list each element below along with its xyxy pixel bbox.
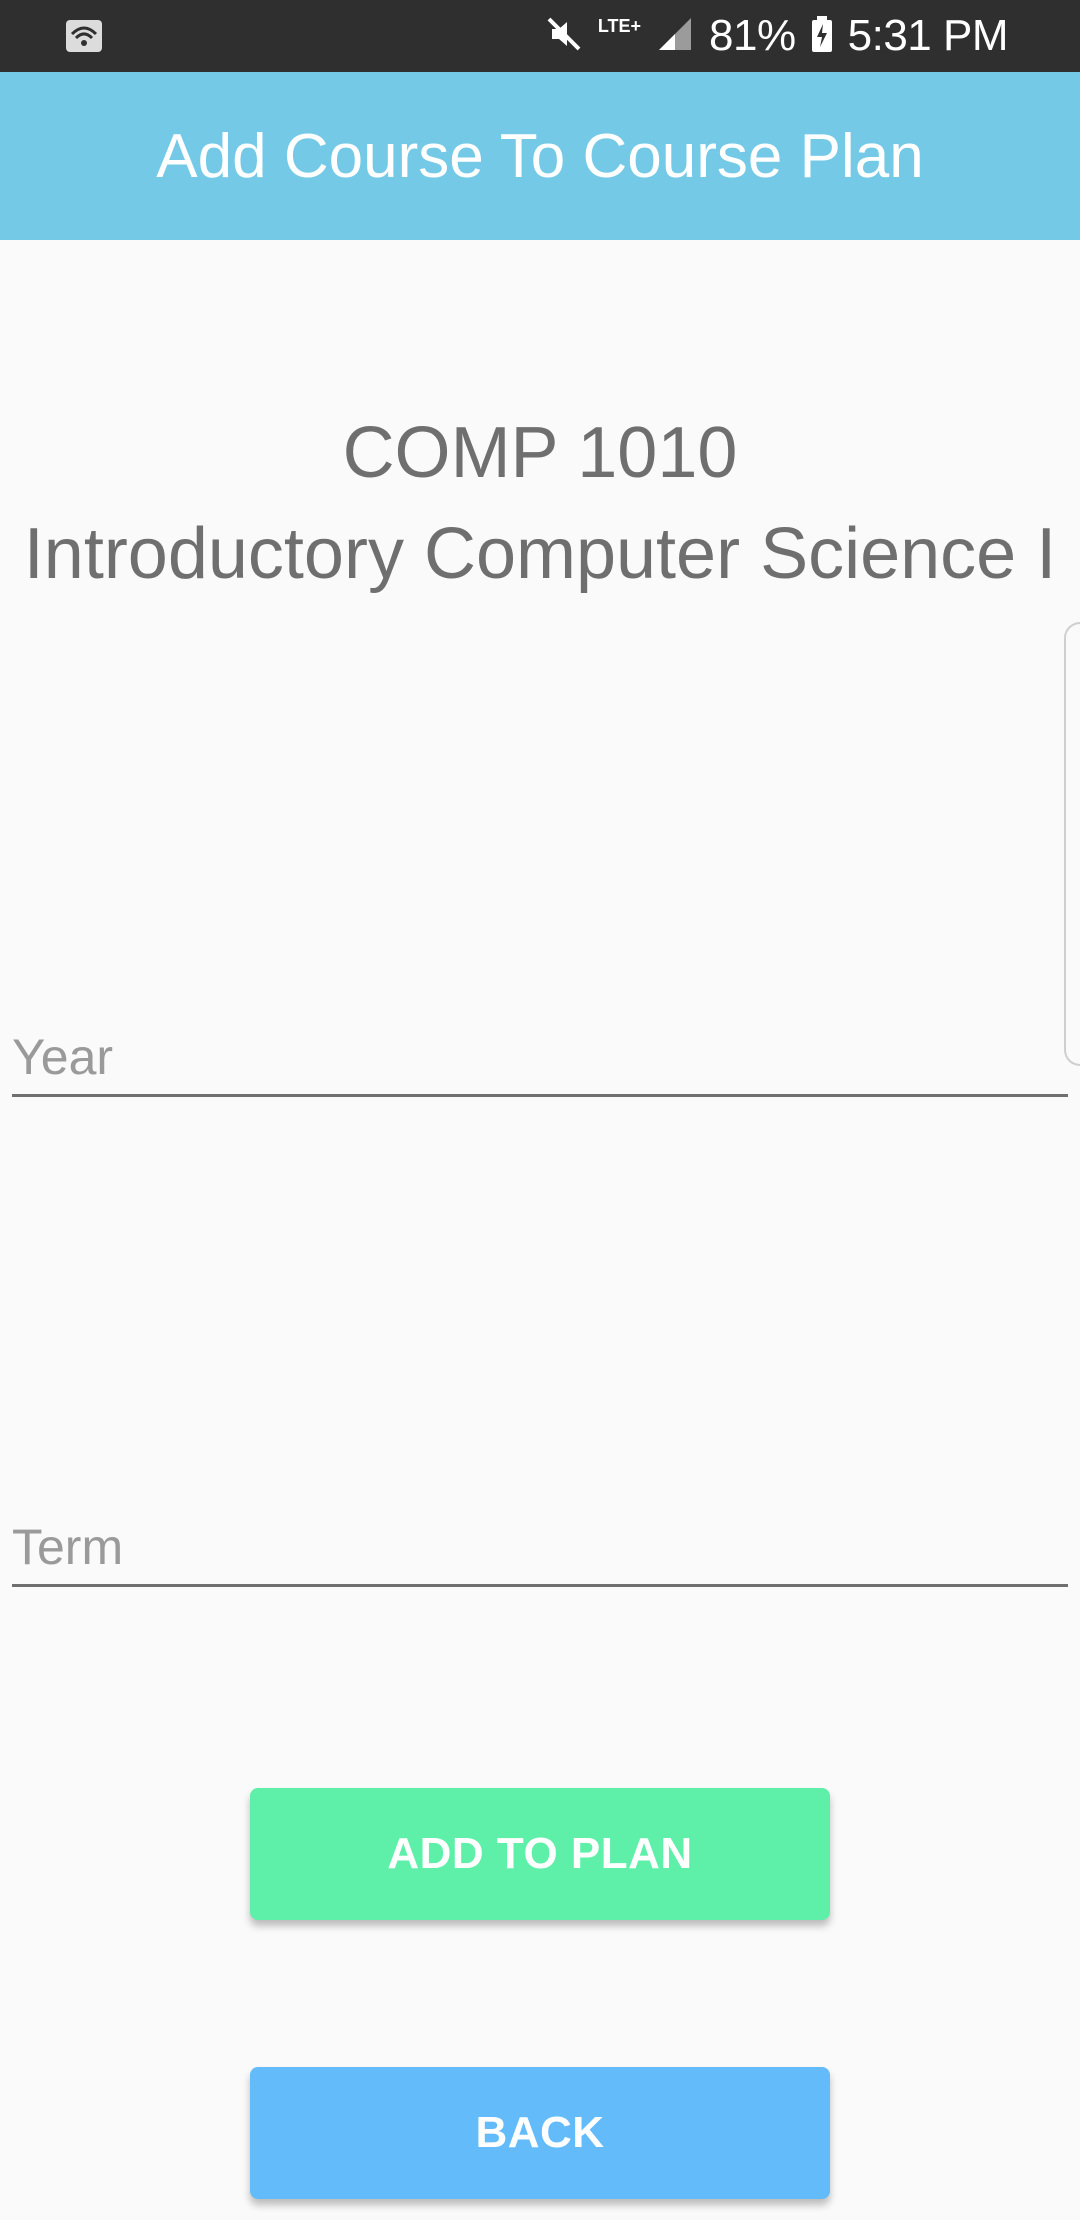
screen: LTE+ 81% 5:31 PM Add Course To Course Pl… xyxy=(0,0,1080,2220)
mute-icon xyxy=(544,14,584,59)
back-button[interactable]: BACK xyxy=(250,2067,830,2199)
year-input[interactable] xyxy=(12,1028,1068,1086)
network-label: LTE+ xyxy=(597,16,642,36)
signal-icon xyxy=(655,14,695,59)
status-bar: LTE+ 81% 5:31 PM xyxy=(0,0,1080,72)
app-bar: Add Course To Course Plan xyxy=(0,72,1080,240)
course-code: COMP 1010 xyxy=(342,413,738,493)
term-field[interactable] xyxy=(12,1484,1068,1587)
course-name: Introductory Computer Science I xyxy=(23,514,1057,594)
status-right: LTE+ 81% 5:31 PM xyxy=(544,0,1009,72)
term-input[interactable] xyxy=(12,1518,1068,1576)
battery-percent: 81% xyxy=(709,11,796,60)
status-time: 5:31 PM xyxy=(847,11,1009,60)
year-field[interactable] xyxy=(12,994,1068,1097)
page-title: Add Course To Course Plan xyxy=(156,121,924,191)
wifi-icon xyxy=(64,18,104,54)
battery-charging-icon xyxy=(810,14,834,59)
add-to-plan-button[interactable]: ADD TO PLAN xyxy=(250,1788,830,1920)
